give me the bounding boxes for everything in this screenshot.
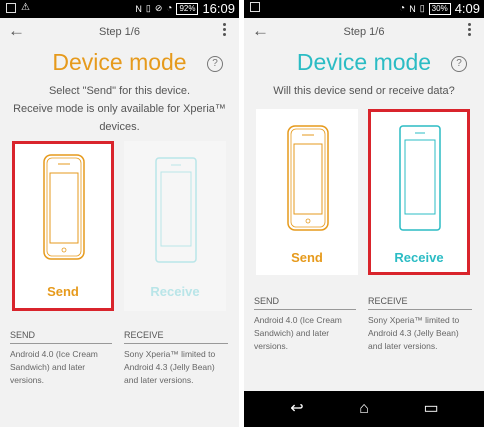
image-icon — [250, 2, 260, 12]
app-bar: ← Step 1/6 — [0, 18, 239, 46]
page-title: Device mode — [52, 49, 187, 75]
clock: 4:09 — [454, 1, 480, 16]
send-heading: SEND — [254, 296, 356, 310]
phone-icon — [155, 157, 197, 263]
vibrate-icon: ▯ — [145, 3, 151, 13]
page-title: Device mode — [296, 49, 432, 75]
receive-description: Sony Xperia™ limited to Android 4.3 (Jel… — [368, 315, 460, 351]
battery-indicator: 30% — [428, 2, 451, 15]
warning-icon: ⚠ — [21, 2, 30, 13]
battery-indicator: 92% — [176, 2, 199, 15]
description: Select "Send" for this device. Receive m… — [13, 85, 226, 133]
image-icon — [6, 2, 16, 13]
nfc-icon: N — [135, 3, 142, 14]
send-heading: SEND — [10, 330, 112, 344]
receive-card: Receive — [124, 141, 226, 311]
app-bar: ← Step 1/6 — [244, 18, 484, 46]
overflow-menu-icon[interactable] — [468, 23, 472, 38]
home-icon[interactable]: ⌂ — [351, 397, 377, 421]
receive-highlight-box — [368, 109, 470, 275]
receive-label: Receive — [150, 284, 200, 299]
send-description: Android 4.0 (Ice Cream Sandwich) and lat… — [10, 349, 98, 385]
step-indicator: Step 1/6 — [99, 26, 140, 38]
help-icon[interactable]: ? — [451, 56, 467, 72]
help-icon[interactable]: ? — [207, 56, 223, 72]
clock: 16:09 — [202, 1, 235, 16]
description: Will this device send or receive data? — [273, 85, 455, 97]
send-card[interactable]: Send — [256, 109, 358, 275]
receive-heading: RECEIVE — [368, 296, 472, 310]
right-screenshot: ◔ N ▯ 30% 4:09 ← Step 1/6 Device mode ? … — [244, 0, 484, 427]
receive-heading: RECEIVE — [124, 330, 228, 344]
status-bar: ⚠ N ▯ ⊘ ◔ 92% 16:09 — [0, 0, 239, 18]
step-indicator: Step 1/6 — [343, 26, 385, 38]
overflow-menu-icon[interactable] — [223, 23, 227, 38]
left-screenshot: ⚠ N ▯ ⊘ ◔ 92% 16:09 ← Step 1/6 Device mo… — [0, 0, 239, 427]
wifi-icon: ◔ — [399, 3, 406, 14]
back-icon[interactable]: ↩ — [284, 397, 310, 421]
send-highlight-box — [12, 141, 114, 311]
send-description: Android 4.0 (Ice Cream Sandwich) and lat… — [254, 315, 342, 351]
phone-icon — [287, 125, 329, 231]
nfc-icon: N — [409, 3, 416, 14]
send-label: Send — [291, 250, 323, 265]
mute-icon: ⊘ — [154, 3, 163, 13]
wifi-icon: ◔ — [166, 3, 173, 14]
vibrate-icon: ▯ — [419, 3, 425, 13]
receive-description: Sony Xperia™ limited to Android 4.3 (Jel… — [124, 349, 216, 385]
recent-apps-icon[interactable]: ▭ — [418, 397, 444, 421]
navigation-bar: ↩ ⌂ ▭ — [244, 391, 484, 427]
status-bar: ◔ N ▯ 30% 4:09 — [244, 0, 484, 18]
